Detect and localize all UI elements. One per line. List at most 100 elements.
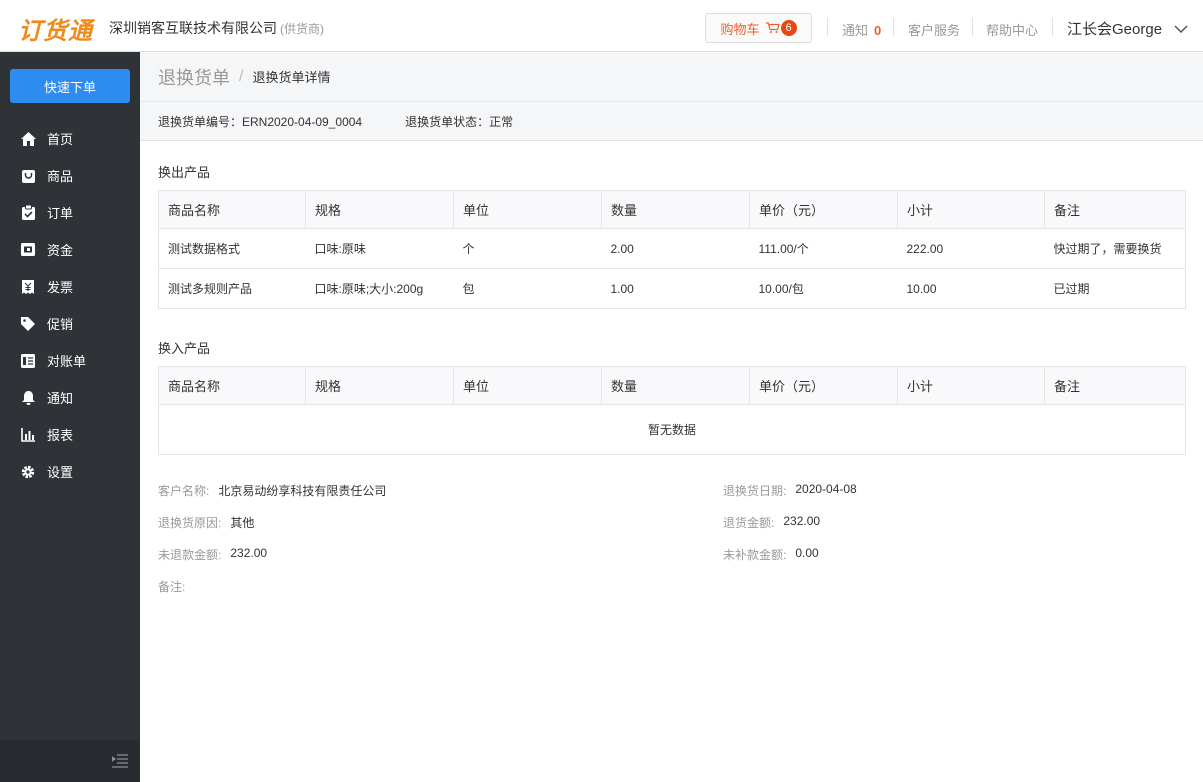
sidebar-item-label: 发票 — [47, 280, 74, 295]
empty-state-text: 暂无数据 — [158, 404, 1186, 455]
table-header-row: 商品名称 规格 单位 数量 单价（元） 小计 备注 — [158, 190, 1186, 229]
sidebar-item-label: 对账单 — [47, 354, 87, 369]
table-cell: 测试数据格式 — [158, 228, 306, 269]
sidebar-item-label: 促销 — [47, 317, 74, 332]
detail-label: 退货金额: — [723, 516, 775, 530]
column-header: 单位 — [453, 190, 602, 229]
table-cell: 个 — [453, 228, 602, 269]
detail-label: 未补款金额: — [723, 548, 787, 562]
sidebar: 快速下单 首页 商品 订单 资金 发票 促销 对账单 通知 报表 设置 — [0, 52, 140, 782]
detail-unpaid: 未补款金额: 0.00 — [723, 546, 819, 563]
sidebar-item-label: 通知 — [47, 391, 74, 406]
cart-label: 购物车 — [720, 21, 760, 37]
breadcrumb-separator: / — [239, 67, 244, 85]
breadcrumb-current: 退换货单详情 — [252, 70, 331, 85]
detail-value: 北京易动纷享科技有限责任公司 — [218, 484, 387, 498]
breadcrumb: 退换货单 / 退换货单详情 — [140, 52, 1203, 102]
quick-order-button[interactable]: 快速下单 — [10, 69, 130, 103]
detail-label: 退换货原因: — [158, 516, 222, 530]
notify-link[interactable]: 通知 0 — [842, 20, 881, 39]
divider — [893, 18, 894, 36]
bag-icon — [20, 168, 36, 184]
sidebar-footer — [0, 740, 140, 782]
sidebar-item-funds[interactable]: 资金 — [0, 231, 140, 268]
notify-label: 通知 — [842, 23, 869, 38]
sidebar-item-label: 商品 — [47, 169, 74, 184]
detail-date: 退换货日期: 2020-04-08 — [723, 482, 857, 499]
sidebar-item-orders[interactable]: 订单 — [0, 194, 140, 231]
order-info-bar: 退换货单编号：ERN2020-04-09_0004 退换货单状态：正常 — [140, 102, 1203, 141]
column-header: 单价（元） — [749, 366, 898, 405]
divider — [827, 18, 828, 36]
detail-customer: 客户名称: 北京易动纷享科技有限责任公司 — [158, 482, 386, 499]
column-header: 单位 — [453, 366, 602, 405]
out-products-table: 商品名称 规格 单位 数量 单价（元） 小计 备注 测试数据格式 口味:原味 个… — [158, 190, 1186, 309]
table-cell: 2.00 — [601, 228, 750, 269]
column-header: 商品名称 — [158, 190, 306, 229]
menu-collapse-icon[interactable] — [111, 754, 128, 771]
order-status: 退换货单状态：正常 — [405, 114, 514, 129]
detail-label: 退换货日期: — [723, 484, 787, 498]
column-header: 规格 — [305, 366, 454, 405]
user-menu[interactable]: 江长会George — [1067, 18, 1188, 39]
detail-label: 客户名称: — [158, 484, 210, 498]
sidebar-item-statements[interactable]: 对账单 — [0, 342, 140, 379]
divider — [972, 18, 973, 36]
detail-label: 备注: — [158, 580, 186, 594]
breadcrumb-root[interactable]: 退换货单 — [158, 64, 230, 90]
top-bar: 订货通 深圳销客互联技术有限公司 (供货商) 购物车 6 通知 0 客户服务 帮助中… — [0, 0, 1203, 52]
customer-service-link[interactable]: 客户服务 — [908, 20, 960, 39]
column-header: 数量 — [601, 190, 750, 229]
tag-icon — [20, 316, 36, 332]
detail-value: 232.00 — [783, 514, 821, 528]
in-products-title: 换入产品 — [158, 341, 211, 356]
company-role: (供货商) — [280, 22, 324, 36]
detail-reason: 退换货原因: 其他 — [158, 514, 254, 531]
divider — [1052, 18, 1053, 36]
help-center-link[interactable]: 帮助中心 — [986, 20, 1038, 39]
sidebar-item-reports[interactable]: 报表 — [0, 416, 140, 453]
sidebar-item-notifications[interactable]: 通知 — [0, 379, 140, 416]
sidebar-nav: 首页 商品 订单 资金 发票 促销 对账单 通知 报表 设置 — [0, 120, 140, 490]
column-header: 规格 — [305, 190, 454, 229]
sidebar-item-settings[interactable]: 设置 — [0, 453, 140, 490]
company-name: 深圳销客互联技术有限公司 (供货商) — [109, 18, 324, 38]
company-label: 深圳销客互联技术有限公司 — [109, 20, 277, 36]
detail-remark: 备注: — [158, 578, 194, 595]
sidebar-item-label: 资金 — [47, 243, 74, 258]
column-header: 数量 — [601, 366, 750, 405]
chart-icon — [20, 427, 36, 443]
out-products-title: 换出产品 — [158, 165, 211, 180]
cart-icon — [765, 22, 780, 34]
column-header: 商品名称 — [158, 366, 306, 405]
column-header: 备注 — [1044, 190, 1186, 229]
detail-value: 2020-04-08 — [795, 482, 857, 496]
in-products-table: 商品名称 规格 单位 数量 单价（元） 小计 备注 暂无数据 — [158, 366, 1186, 455]
detail-unrefunded: 未退款金额: 232.00 — [158, 546, 267, 563]
sidebar-item-home[interactable]: 首页 — [0, 120, 140, 157]
table-cell: 111.00/个 — [749, 228, 898, 269]
main-content: 退换货单 / 退换货单详情 退换货单编号：ERN2020-04-09_0004 … — [140, 52, 1203, 782]
sidebar-item-label: 设置 — [47, 465, 74, 480]
sidebar-item-label: 订单 — [47, 206, 74, 221]
table-cell: 测试多规则产品 — [158, 268, 306, 309]
table-cell: 已过期 — [1044, 268, 1186, 309]
chevron-down-icon — [1174, 24, 1188, 33]
wallet-icon — [20, 242, 36, 258]
notify-count: 0 — [874, 23, 882, 38]
cart-button[interactable]: 购物车 6 — [705, 13, 812, 43]
detail-label: 未退款金额: — [158, 548, 222, 562]
column-header: 小计 — [897, 366, 1045, 405]
column-header: 备注 — [1044, 366, 1186, 405]
sidebar-item-products[interactable]: 商品 — [0, 157, 140, 194]
statement-icon — [20, 353, 36, 369]
app-logo[interactable]: 订货通 — [18, 11, 93, 46]
sidebar-item-invoices[interactable]: 发票 — [0, 268, 140, 305]
table-cell: 包 — [453, 268, 602, 309]
order-number: 退换货单编号：ERN2020-04-09_0004 — [158, 114, 363, 129]
table-cell: 口味:原味 — [305, 228, 454, 269]
sidebar-item-label: 报表 — [47, 428, 74, 443]
sidebar-item-promotions[interactable]: 促销 — [0, 305, 140, 342]
user-name: 江长会George — [1067, 21, 1163, 38]
bell-icon — [20, 390, 36, 406]
